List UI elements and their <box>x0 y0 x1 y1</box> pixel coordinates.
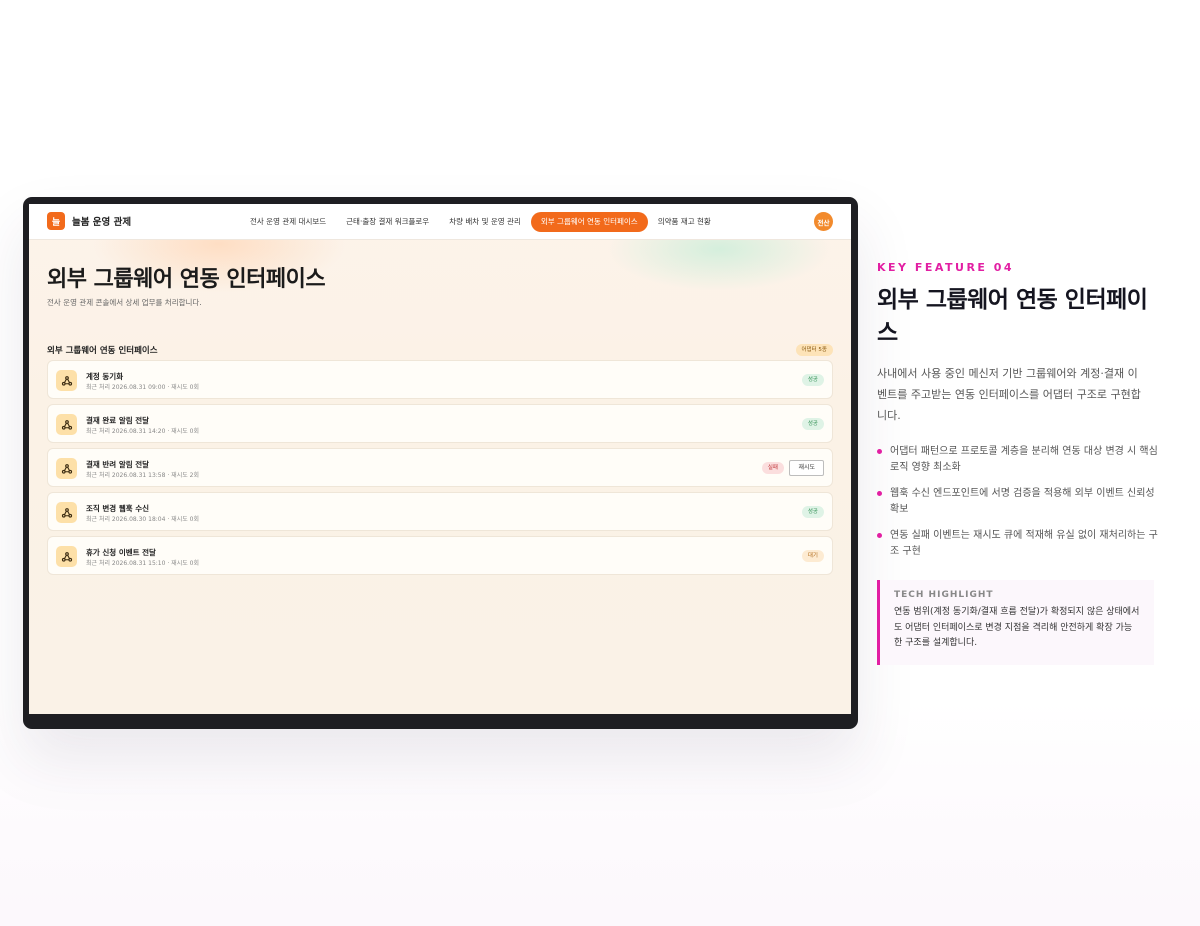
webhook-icon <box>56 502 77 523</box>
webhook-icon <box>56 546 77 567</box>
nav-item-attendance-approval[interactable]: 근태·출장 결재 워크플로우 <box>336 212 439 232</box>
adapter-name: 계정 동기화 <box>86 372 124 381</box>
status-badge: 성공 <box>801 418 824 430</box>
adapter-name: 결재 완료 알림 전달 <box>86 416 150 425</box>
list-item[interactable]: 결재 완료 알림 전달 최근 처리 2026.08.31 14:20 · 재시도… <box>47 404 833 443</box>
tech-highlight-text: 연동 범위(계정 동기화/결재 흐름 전달)가 확정되지 않은 상태에서도 어댑… <box>894 607 1140 648</box>
list-item[interactable]: 결재 반려 알림 전달 최근 처리 2026.08.31 13:58 · 재시도… <box>47 448 833 487</box>
adapter-name: 결재 반려 알림 전달 <box>86 460 150 469</box>
tech-highlight-label: TECH HIGHLIGHT <box>894 590 994 600</box>
brand-logo: 늘 <box>47 212 65 230</box>
retry-button[interactable]: 재시도 <box>789 460 824 476</box>
feature-description: 사내에서 사용 중인 메신저 기반 그룹웨어와 계정·결재 이벤트를 주고받는 … <box>877 367 1141 422</box>
feature-bullet: 웹훅 수신 엔드포인트에 서명 검증을 적용해 외부 이벤트 신뢰성 확보 <box>877 486 1162 518</box>
user-avatar[interactable]: 전산 <box>814 212 833 231</box>
nav-item-groupware-interface[interactable]: 외부 그룹웨어 연동 인터페이스 <box>530 212 648 232</box>
list-item[interactable]: 계정 동기화 최근 처리 2026.08.31 09:00 · 재시도 0회 성… <box>47 360 833 399</box>
status-badge: 대기 <box>801 550 824 562</box>
status-badge: 성공 <box>801 374 824 386</box>
adapter-count-badge: 어댑터 5종 <box>795 344 833 356</box>
feature-title: 외부 그룹웨어 연동 인터페이스 <box>877 287 1148 346</box>
brand[interactable]: 늘 늘봄 운영 관제 <box>47 212 131 230</box>
nav-menu: 전사 운영 관제 대시보드 근태·출장 결재 워크플로우 차량 배차 및 운영 … <box>240 212 721 232</box>
adapter-list: 계정 동기화 최근 처리 2026.08.31 09:00 · 재시도 0회 성… <box>47 360 833 580</box>
adapter-meta: 최근 처리 2026.08.31 15:10 · 재시도 0회 <box>86 560 199 567</box>
list-item[interactable]: 조직 변경 웹훅 수신 최근 처리 2026.08.30 18:04 · 재시도… <box>47 492 833 531</box>
adapter-meta: 최근 처리 2026.08.31 09:00 · 재시도 0회 <box>86 384 199 391</box>
background-glow <box>0 700 1200 926</box>
section-title: 외부 그룹웨어 연동 인터페이스 <box>47 346 158 356</box>
list-item[interactable]: 휴가 신청 이벤트 전달 최근 처리 2026.08.31 15:10 · 재시… <box>47 536 833 575</box>
app-screen: 늘 늘봄 운영 관제 전사 운영 관제 대시보드 근태·출장 결재 워크플로우 … <box>29 204 851 714</box>
nav-item-vehicle-dispatch[interactable]: 차량 배차 및 운영 관리 <box>439 212 531 232</box>
feature-label: KEY FEATURE 04 <box>877 261 1015 274</box>
webhook-icon <box>56 370 77 391</box>
adapter-meta: 최근 처리 2026.08.31 14:20 · 재시도 0회 <box>86 428 199 435</box>
feature-bullet: 어댑터 패턴으로 프로토콜 계층을 분리해 연동 대상 변경 시 핵심 로직 영… <box>877 444 1162 476</box>
page-subtitle: 전사 운영 관제 콘솔에서 상세 업무를 처리합니다. <box>47 298 202 307</box>
adapter-name: 조직 변경 웹훅 수신 <box>86 504 150 513</box>
top-navigation: 늘 늘봄 운영 관제 전사 운영 관제 대시보드 근태·출장 결재 워크플로우 … <box>29 204 851 240</box>
nav-item-medicine-inventory[interactable]: 의약품 재고 현황 <box>648 212 721 232</box>
brand-name: 늘봄 운영 관제 <box>72 217 132 228</box>
feature-bullets: 어댑터 패턴으로 프로토콜 계층을 분리해 연동 대상 변경 시 핵심 로직 영… <box>877 444 1162 570</box>
adapter-name: 휴가 신청 이벤트 전달 <box>86 548 156 557</box>
feature-bullet: 연동 실패 이벤트는 재시도 큐에 적재해 유실 없이 재처리하는 구조 구현 <box>877 528 1162 560</box>
monitor-frame: 늘 늘봄 운영 관제 전사 운영 관제 대시보드 근태·출장 결재 워크플로우 … <box>23 197 858 729</box>
adapter-meta: 최근 처리 2026.08.30 18:04 · 재시도 0회 <box>86 516 199 523</box>
status-badge: 성공 <box>801 506 824 518</box>
nav-item-dashboard[interactable]: 전사 운영 관제 대시보드 <box>240 212 336 232</box>
webhook-icon <box>56 414 77 435</box>
status-badge: 실패 <box>761 462 784 474</box>
webhook-icon <box>56 458 77 479</box>
adapter-meta: 최근 처리 2026.08.31 13:58 · 재시도 2회 <box>86 472 199 479</box>
tech-highlight: TECH HIGHLIGHT 연동 범위(계정 동기화/결재 흐름 전달)가 확… <box>877 580 1154 665</box>
page-title: 외부 그룹웨어 연동 인터페이스 <box>47 267 326 292</box>
